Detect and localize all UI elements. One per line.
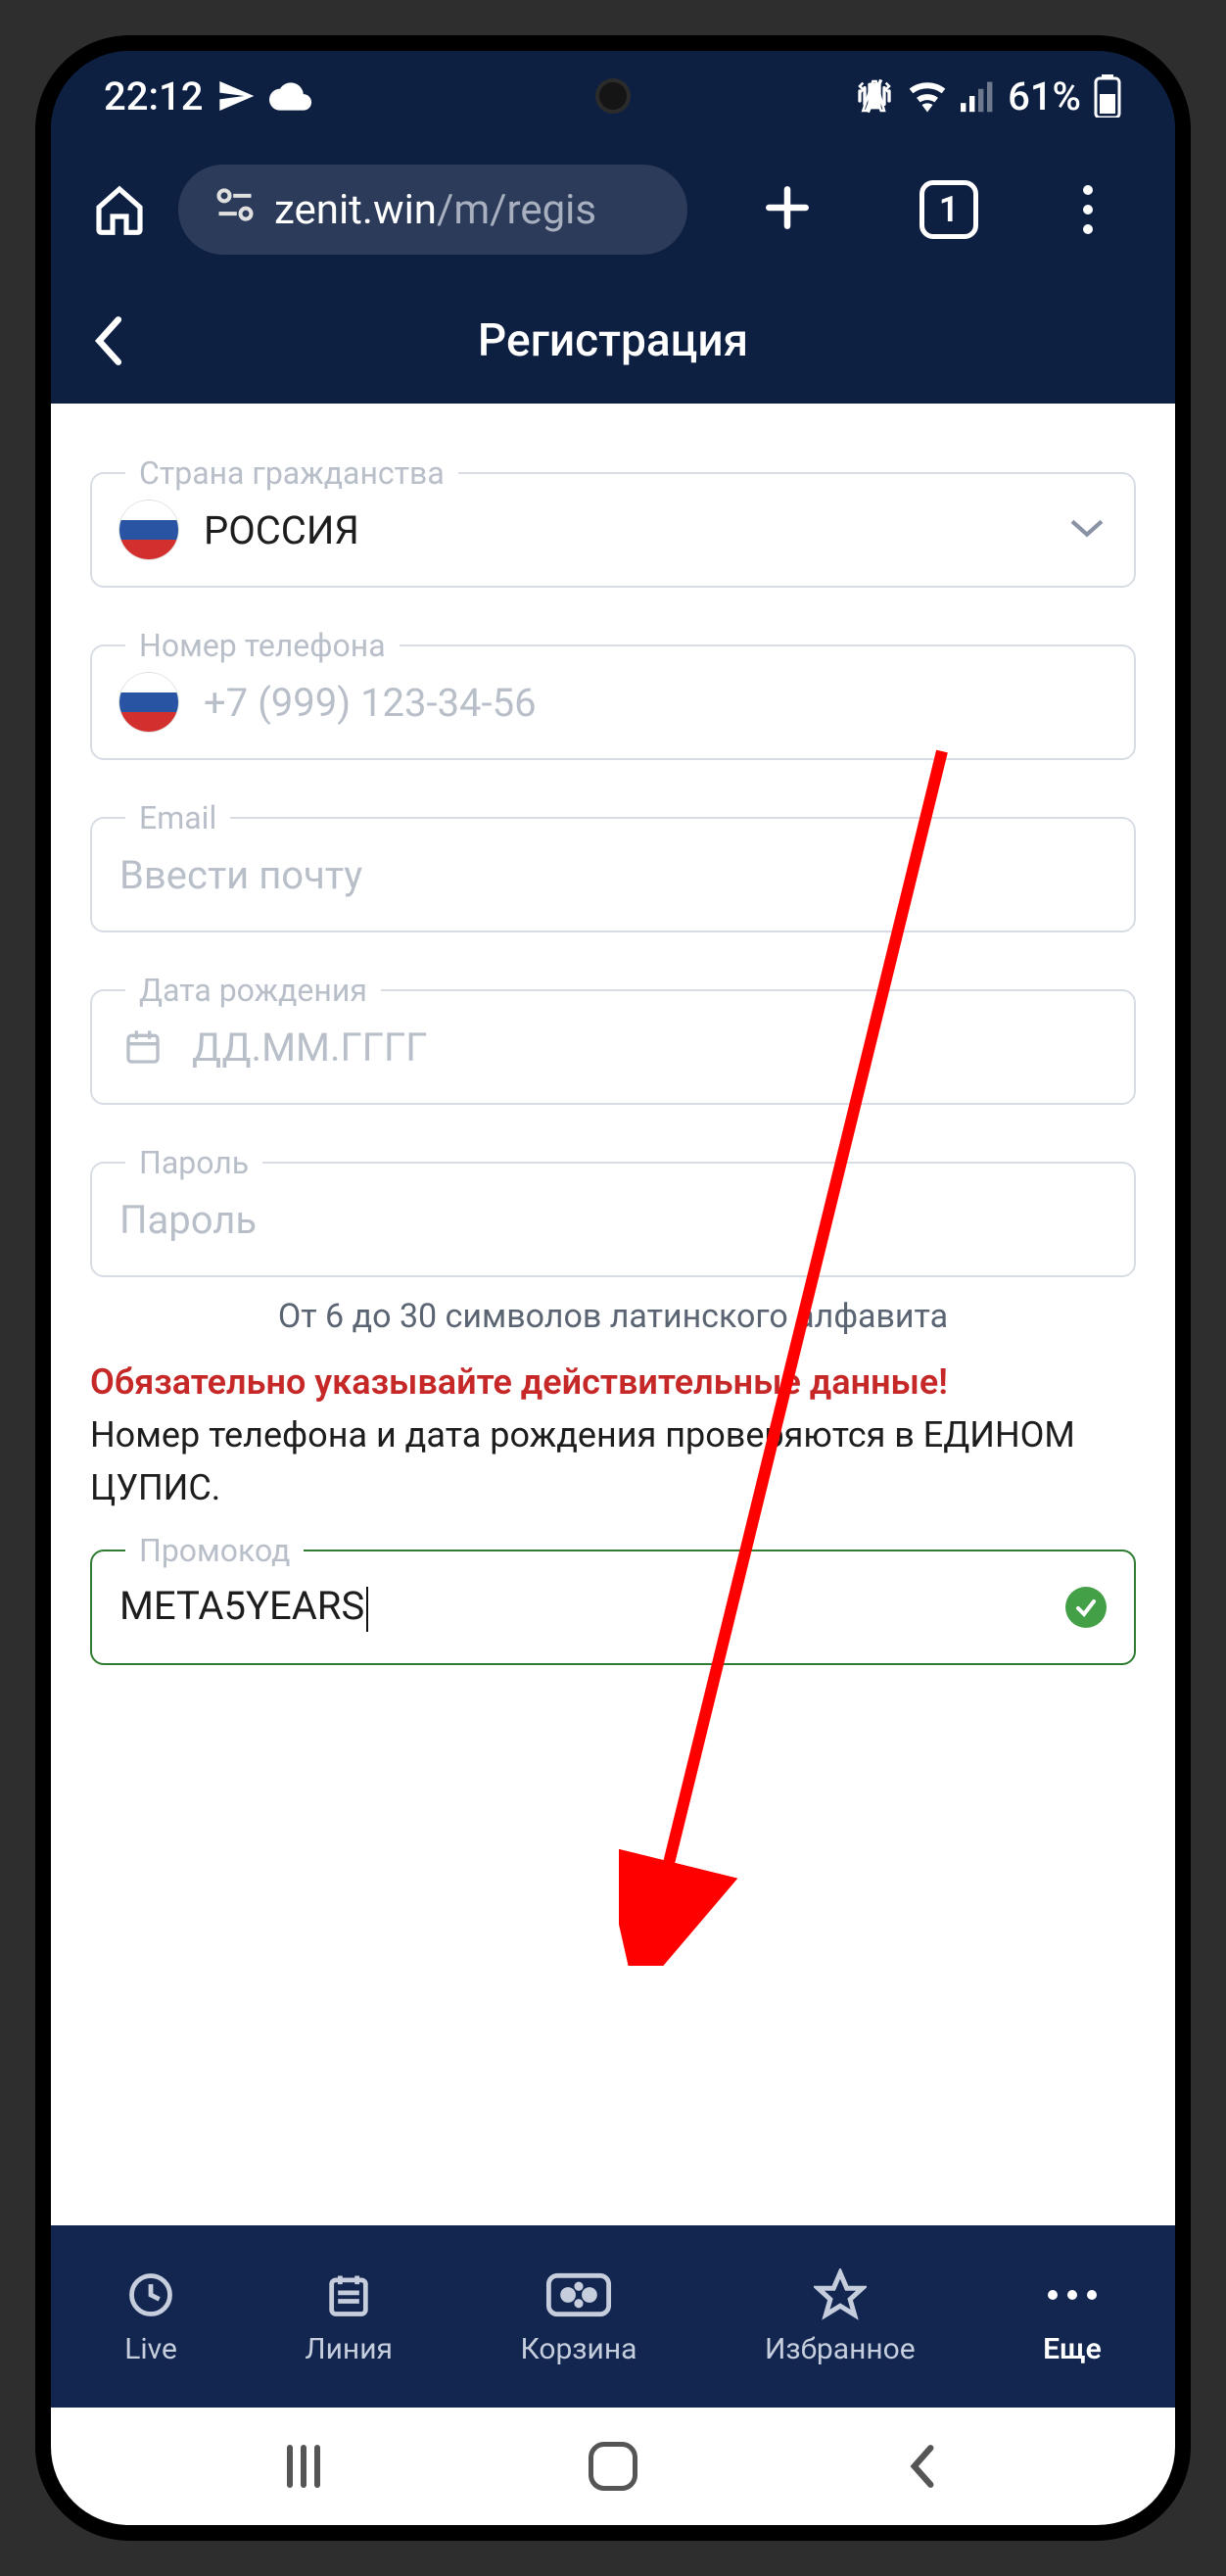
dob-label: Дата рождения bbox=[125, 972, 381, 1009]
site-settings-icon bbox=[213, 183, 257, 237]
calendar-icon bbox=[119, 1027, 166, 1067]
score-icon bbox=[544, 2267, 613, 2322]
bottom-nav: Live Линия Корзина bbox=[51, 2225, 1175, 2408]
browser-home-button[interactable] bbox=[80, 182, 159, 237]
phone-camera-notch bbox=[595, 78, 631, 114]
warning-text: Номер телефона и дата рождения проверяют… bbox=[90, 1408, 1136, 1514]
page-title: Регистрация bbox=[51, 314, 1175, 367]
nav-live[interactable]: Live bbox=[124, 2267, 177, 2366]
password-label: Пароль bbox=[125, 1144, 262, 1181]
android-back-button[interactable] bbox=[864, 2437, 981, 2496]
battery-text: 61% bbox=[1008, 73, 1081, 119]
more-icon bbox=[1048, 2267, 1097, 2322]
battery-icon bbox=[1093, 74, 1122, 118]
dob-field: Дата рождения ДД.ММ.ГГГГ bbox=[90, 989, 1136, 1105]
clock-icon bbox=[125, 2267, 176, 2322]
browser-toolbar: zenit.win/m/regis 1 bbox=[51, 141, 1175, 278]
star-icon bbox=[814, 2267, 867, 2322]
page-header: Регистрация bbox=[51, 278, 1175, 404]
country-field: Страна гражданства РОССИЯ bbox=[90, 472, 1136, 588]
promo-field: Промокод META5YEARS bbox=[90, 1550, 1136, 1665]
russia-flag-icon bbox=[119, 673, 178, 732]
wifi-icon bbox=[906, 79, 949, 113]
nav-more[interactable]: Еще bbox=[1043, 2267, 1102, 2366]
phone-placeholder: +7 (999) 123-34-56 bbox=[204, 680, 1107, 726]
cloud-icon bbox=[269, 81, 312, 111]
android-home-button[interactable] bbox=[554, 2437, 672, 2496]
phone-label: Номер телефона bbox=[125, 627, 400, 664]
warning-title: Обязательно указывайте действительные да… bbox=[90, 1361, 1136, 1403]
android-nav-bar bbox=[51, 2408, 1175, 2525]
browser-menu-button[interactable] bbox=[1083, 185, 1093, 234]
promo-label: Промокод bbox=[125, 1532, 304, 1569]
country-value: РОССИЯ bbox=[204, 507, 1042, 553]
vibrate-icon bbox=[855, 76, 894, 116]
chevron-down-icon bbox=[1067, 514, 1107, 546]
url-text: zenit.win/m/regis bbox=[274, 186, 596, 234]
nav-more-label: Еще bbox=[1043, 2332, 1102, 2366]
dob-placeholder: ДД.ММ.ГГГГ bbox=[192, 1025, 1107, 1071]
tab-switcher-button[interactable]: 1 bbox=[920, 180, 978, 239]
phone-field: Номер телефона +7 (999) 123-34-56 bbox=[90, 644, 1136, 760]
country-label: Страна гражданства bbox=[125, 454, 458, 492]
password-field: Пароль Пароль bbox=[90, 1162, 1136, 1277]
list-icon bbox=[323, 2267, 374, 2322]
new-tab-button[interactable] bbox=[760, 180, 815, 239]
text-caret bbox=[366, 1587, 368, 1632]
nav-fav-label: Избранное bbox=[765, 2332, 916, 2366]
email-label: Email bbox=[125, 799, 230, 836]
android-recents-button[interactable] bbox=[245, 2437, 362, 2496]
telegram-icon bbox=[216, 76, 256, 116]
status-time: 22:12 bbox=[104, 73, 203, 119]
nav-line-label: Линия bbox=[305, 2332, 393, 2366]
nav-line[interactable]: Линия bbox=[305, 2267, 393, 2366]
nav-favorites[interactable]: Избранное bbox=[765, 2267, 916, 2366]
email-input[interactable]: Ввести почту bbox=[90, 817, 1136, 932]
nav-basket-label: Корзина bbox=[520, 2332, 637, 2366]
email-field: Email Ввести почту bbox=[90, 817, 1136, 932]
russia-flag-icon bbox=[119, 501, 178, 559]
promo-value: META5YEARS bbox=[119, 1583, 1040, 1631]
signal-icon bbox=[961, 79, 996, 113]
password-placeholder: Пароль bbox=[119, 1197, 1107, 1243]
nav-live-label: Live bbox=[124, 2332, 177, 2366]
registration-form: Страна гражданства РОССИЯ Номер телефона bbox=[51, 404, 1175, 2225]
valid-check-icon bbox=[1065, 1587, 1107, 1628]
password-hint: От 6 до 30 символов латинского алфавита bbox=[90, 1297, 1136, 1336]
email-placeholder: Ввести почту bbox=[119, 852, 1107, 898]
url-bar[interactable]: zenit.win/m/regis bbox=[178, 165, 687, 255]
nav-basket[interactable]: Корзина bbox=[520, 2267, 637, 2366]
tab-count-value: 1 bbox=[939, 189, 960, 230]
